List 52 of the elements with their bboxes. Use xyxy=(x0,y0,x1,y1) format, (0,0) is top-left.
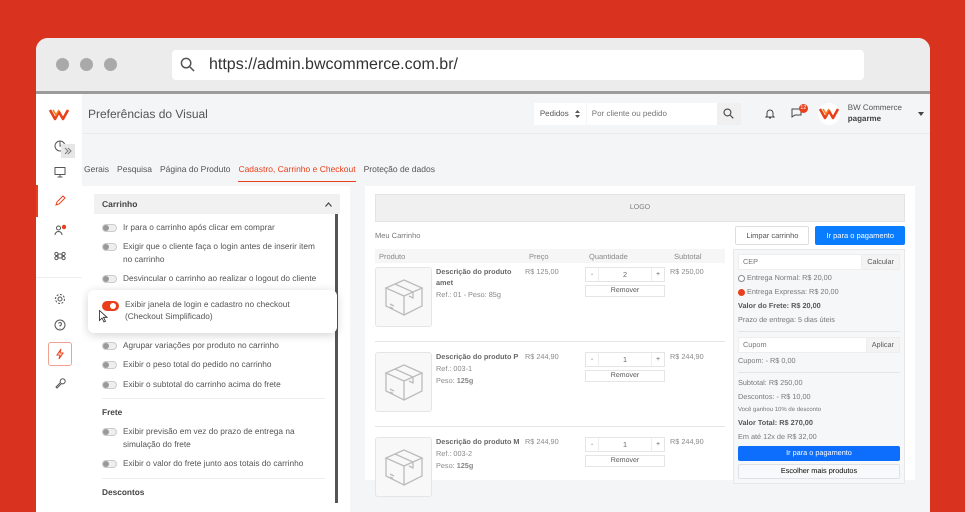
toggle-label: Exibir o peso total do pedido no carrinho xyxy=(123,358,272,370)
tab[interactable]: Pesquisa xyxy=(117,162,152,182)
toggle-label: Exibir o subtotal do carrinho acima do frete xyxy=(123,378,281,390)
cursor-icon xyxy=(99,310,108,323)
tab[interactable]: Gerais xyxy=(84,162,110,182)
radio-button[interactable] xyxy=(738,275,745,282)
toggle-label: Exibir janela de login e cadastro no checkout (Checkout Simplificado) xyxy=(125,298,291,323)
window-control-icon[interactable] xyxy=(80,58,93,71)
section-title: Frete xyxy=(102,398,325,424)
toggle-label: Ir para o carrinho após clicar em comprar xyxy=(123,221,275,234)
toggle-label: Exibir previsão em vez do prazo de entrega na simulação do frete xyxy=(123,425,296,450)
toggle-label: Exigir que o cliente faça o login antes de inserir item no carrinho xyxy=(123,240,316,266)
section-title: Descontos xyxy=(102,478,325,504)
store-avatar[interactable] xyxy=(818,102,840,124)
toggle-switch[interactable] xyxy=(102,460,117,468)
search-button[interactable] xyxy=(716,102,741,124)
toggle-switch[interactable] xyxy=(102,275,117,284)
toggle-switch[interactable] xyxy=(102,361,117,370)
panel-header[interactable]: Carrinho xyxy=(94,194,340,214)
expand-icon[interactable] xyxy=(61,144,75,158)
window-control-icon[interactable] xyxy=(56,58,69,71)
toggle-switch[interactable] xyxy=(102,224,117,232)
search-scope-select[interactable]: Pedidos xyxy=(534,102,586,124)
panel-title: Carrinho xyxy=(102,198,138,210)
toggle-label: Exibir o valor do frete junto aos totais do carrinho xyxy=(123,457,304,470)
search-icon xyxy=(723,108,734,119)
updown-caret-icon xyxy=(574,110,580,118)
tab[interactable]: Página do Produto xyxy=(160,162,230,182)
notification-bell-icon[interactable] xyxy=(764,108,775,119)
page-title: Preferências do Visual xyxy=(88,106,208,122)
url-text: https://admin.bwcommerce.com.br/ xyxy=(209,54,458,74)
radio-button[interactable] xyxy=(738,289,745,296)
product-image-placeholder xyxy=(375,267,432,328)
toggle-switch[interactable] xyxy=(102,428,117,436)
toggle-switch[interactable] xyxy=(102,243,117,252)
toggle-switch[interactable] xyxy=(102,342,117,350)
search-icon xyxy=(180,57,195,72)
tab[interactable]: Cadastro, Carrinho e Checkout xyxy=(238,162,356,182)
toggle-label: Desvincular o carrinho ao realizar o logout do cliente xyxy=(123,272,316,285)
store-name: pagarme xyxy=(848,114,882,124)
address-bar[interactable]: https://admin.bwcommerce.com.br/ xyxy=(172,50,864,80)
search-field[interactable]: Por cliente ou pedido xyxy=(586,102,717,124)
toggle-label: Agrupar variações por produto no carrinho xyxy=(123,338,279,352)
toggle-switch[interactable] xyxy=(102,300,119,311)
chevron-icon[interactable] xyxy=(325,202,332,206)
tab[interactable]: Proteção de dados xyxy=(364,162,435,182)
account-name: BW Commerce xyxy=(848,103,902,114)
window-control-icon[interactable] xyxy=(104,58,117,71)
product-image-placeholder xyxy=(375,352,432,412)
toggle-switch[interactable] xyxy=(102,380,117,388)
caret-icon[interactable] xyxy=(918,112,924,116)
chat-icon[interactable] xyxy=(790,108,802,118)
